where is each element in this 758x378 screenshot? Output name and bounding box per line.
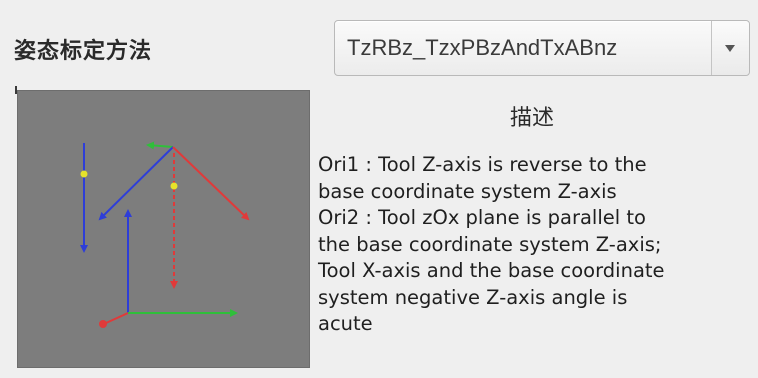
description-line: Tool X-axis and the base coordinate bbox=[318, 259, 665, 282]
description-line: Ori2 : Tool zOx plane is parallel to bbox=[318, 206, 646, 229]
marker-dot bbox=[80, 170, 88, 178]
calibration-method-dropdown[interactable]: TzRBz_TzxPBzAndTxABnz bbox=[334, 20, 750, 76]
chevron-down-icon bbox=[725, 45, 735, 52]
calibration-method-label: 姿态标定方法 bbox=[14, 39, 153, 64]
orientation-preview-image bbox=[17, 90, 310, 368]
description-line: Ori1 : Tool Z-axis is reverse to the bbox=[318, 153, 647, 176]
tool-x-axis bbox=[172, 146, 250, 221]
coordinate-axes-diagram bbox=[80, 141, 250, 328]
description-text: Ori1 : Tool Z-axis is reverse to the bas… bbox=[318, 152, 754, 338]
description-line: the base coordinate system Z-axis; bbox=[318, 232, 662, 256]
marker-dot bbox=[170, 182, 178, 190]
description-line: acute bbox=[318, 312, 373, 335]
description-line: system negative Z-axis angle is bbox=[318, 285, 628, 309]
description-line: base coordinate system Z-axis bbox=[318, 179, 617, 203]
dropdown-button[interactable] bbox=[711, 21, 749, 75]
calibration-method-value: TzRBz_TzxPBzAndTxABnz bbox=[347, 35, 618, 60]
tool-y-axis bbox=[146, 141, 174, 150]
base-x-axis bbox=[105, 312, 129, 324]
tool-z-axis bbox=[98, 146, 174, 221]
base-origin-dot bbox=[99, 320, 107, 328]
description-heading: 描述 bbox=[510, 106, 555, 131]
